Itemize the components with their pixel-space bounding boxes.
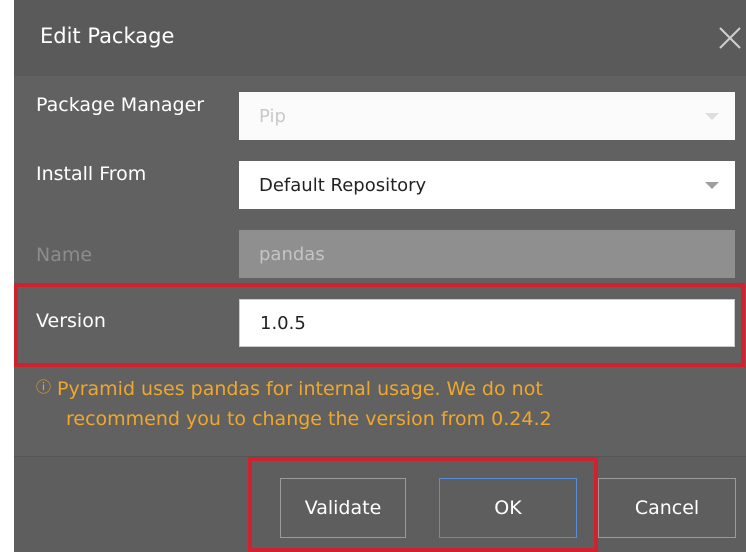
edit-package-dialog: Edit Package Package Manager Pip Install… [14, 0, 746, 552]
dialog-title: Edit Package [40, 24, 175, 48]
info-icon: ⓘ [36, 378, 52, 396]
name-field: pandas [239, 230, 735, 278]
version-warning: ⓘ Pyramid uses pandas for internal usage.… [36, 372, 736, 434]
install-from-value: Default Repository [259, 174, 427, 196]
cancel-button[interactable]: Cancel [598, 478, 736, 538]
version-label: Version [36, 310, 106, 332]
name-label: Name [36, 244, 93, 266]
close-icon[interactable] [717, 25, 743, 51]
package-manager-value: Pip [259, 105, 286, 127]
package-manager-label: Package Manager [36, 94, 205, 116]
validate-button[interactable]: Validate [280, 478, 406, 538]
warning-line-1: Pyramid uses pandas for internal usage. … [57, 378, 543, 400]
install-from-select[interactable]: Default Repository [239, 161, 735, 209]
version-input[interactable]: 1.0.5 [239, 299, 735, 347]
version-value: 1.0.5 [260, 312, 306, 334]
chevron-down-icon[interactable] [705, 182, 719, 189]
dialog-titlebar: Edit Package [14, 0, 746, 76]
chevron-down-icon [705, 113, 719, 120]
ok-button[interactable]: OK [439, 478, 577, 538]
name-value: pandas [259, 243, 325, 265]
package-manager-select: Pip [239, 92, 735, 140]
warning-line-2: recommend you to change the version from… [66, 408, 552, 430]
install-from-label: Install From [36, 163, 147, 185]
